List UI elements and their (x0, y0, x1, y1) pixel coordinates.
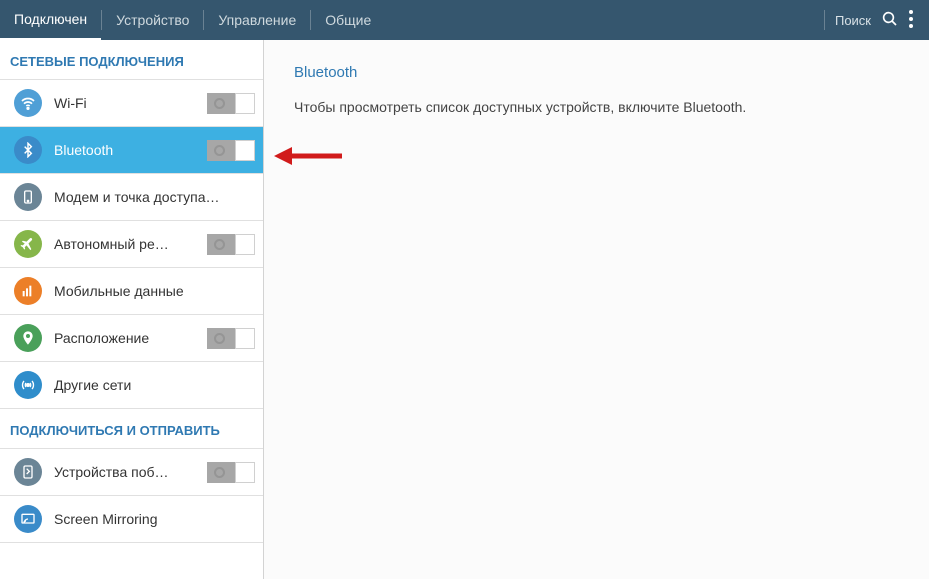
settings-sidebar: СЕТЕВЫЕ ПОДКЛЮЧЕНИЯ Wi-Fi Bluetooth Моде… (0, 40, 264, 579)
sidebar-item-nearby-devices[interactable]: Устройства поб… (0, 449, 263, 496)
screen-mirroring-icon (14, 505, 42, 533)
tab-connections[interactable]: Подключен (0, 0, 101, 40)
divider (824, 10, 825, 30)
header-tabs: Подключен Устройство Управление Общие (0, 0, 824, 40)
wifi-icon (14, 89, 42, 117)
sidebar-item-label: Мобильные данные (54, 283, 255, 299)
tab-controls[interactable]: Управление (204, 0, 310, 40)
sidebar-item-label: Автономный ре… (54, 236, 207, 252)
app-header: Подключен Устройство Управление Общие По… (0, 0, 929, 40)
header-actions: Поиск (824, 10, 929, 31)
wifi-toggle[interactable] (207, 93, 255, 114)
sidebar-item-mobile-data[interactable]: Мобильные данные (0, 268, 263, 315)
nearby-devices-icon (14, 458, 42, 486)
sidebar-item-label: Модем и точка доступа… (54, 189, 255, 205)
content-title: Bluetooth (294, 64, 899, 81)
sidebar-item-airplane[interactable]: Автономный ре… (0, 221, 263, 268)
sidebar-item-label: Bluetooth (54, 142, 207, 158)
tethering-icon (14, 183, 42, 211)
section-header-connect-send: ПОДКЛЮЧИТЬСЯ И ОТПРАВИТЬ (0, 409, 263, 449)
location-icon (14, 324, 42, 352)
content-text: Чтобы просмотреть список доступных устро… (294, 99, 899, 115)
mobile-data-icon (14, 277, 42, 305)
bluetooth-toggle[interactable] (207, 140, 255, 161)
sidebar-item-location[interactable]: Расположение (0, 315, 263, 362)
sidebar-item-label: Wi-Fi (54, 95, 207, 111)
airplane-icon (14, 230, 42, 258)
sidebar-item-label: Другие сети (54, 377, 255, 393)
search-icon[interactable] (881, 10, 899, 31)
sidebar-item-tethering[interactable]: Модем и точка доступа… (0, 174, 263, 221)
tab-device[interactable]: Устройство (102, 0, 203, 40)
search-label[interactable]: Поиск (835, 13, 871, 28)
sidebar-item-more-networks[interactable]: Другие сети (0, 362, 263, 409)
sidebar-item-label: Устройства поб… (54, 464, 207, 480)
content-panel: Bluetooth Чтобы просмотреть список досту… (264, 40, 929, 579)
sidebar-item-bluetooth[interactable]: Bluetooth (0, 127, 263, 174)
sidebar-item-screen-mirroring[interactable]: Screen Mirroring (0, 496, 263, 543)
section-header-network: СЕТЕВЫЕ ПОДКЛЮЧЕНИЯ (0, 40, 263, 80)
bluetooth-icon (14, 136, 42, 164)
overflow-menu-icon[interactable] (909, 10, 913, 31)
sidebar-item-wifi[interactable]: Wi-Fi (0, 80, 263, 127)
nearby-devices-toggle[interactable] (207, 462, 255, 483)
airplane-toggle[interactable] (207, 234, 255, 255)
sidebar-item-label: Screen Mirroring (54, 511, 255, 527)
more-networks-icon (14, 371, 42, 399)
tab-general[interactable]: Общие (311, 0, 385, 40)
sidebar-item-label: Расположение (54, 330, 207, 346)
location-toggle[interactable] (207, 328, 255, 349)
